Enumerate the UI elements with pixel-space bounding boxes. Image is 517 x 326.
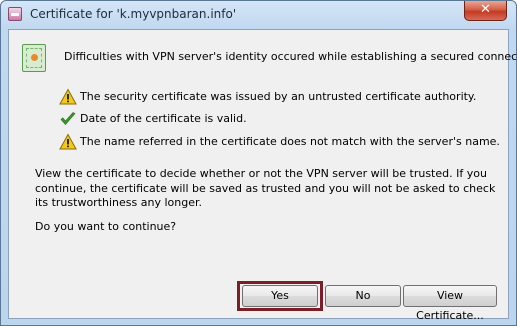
check-text: The name referred in the certificate doe… [80,135,500,148]
app-icon [8,7,22,21]
yes-button[interactable]: Yes [242,285,318,307]
dialog-headline: Difficulties with VPN server's identity … [64,50,517,63]
explanation-text: View the certificate to decide whether o… [35,167,496,209]
view-certificate-button[interactable]: View Certificate... [403,285,497,322]
certificate-icon [22,44,46,72]
no-button[interactable]: No [325,285,401,307]
certificate-dialog-window: Certificate for 'k.myvpnbaran.info' ✕ Di… [0,0,517,326]
green-checkmark-icon [60,112,76,125]
warning-triangle-icon [59,133,77,150]
dialog-content: Difficulties with VPN server's identity … [8,29,517,322]
close-button[interactable]: ✕ [464,1,507,21]
close-icon: ✕ [480,2,491,17]
title-bar[interactable]: Certificate for 'k.myvpnbaran.info' ✕ [1,1,516,29]
continue-question: Do you want to continue? [35,220,177,233]
warning-triangle-icon [59,88,77,105]
check-text: Date of the certificate is valid. [80,112,247,125]
window-title: Certificate for 'k.myvpnbaran.info' [30,7,237,21]
check-text: The security certificate was issued by a… [80,90,477,103]
